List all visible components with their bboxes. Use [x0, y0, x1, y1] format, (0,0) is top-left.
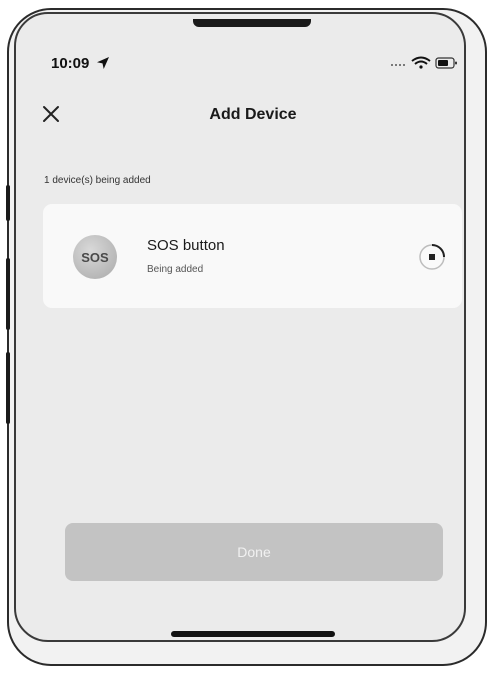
page-title: Add Device	[209, 106, 297, 123]
phone-side-button	[6, 352, 10, 424]
close-icon[interactable]	[40, 103, 62, 125]
done-button[interactable]: Done	[65, 523, 443, 581]
device-avatar-label: SOS	[81, 249, 109, 265]
devices-adding-count: 1 device(s) being added	[44, 175, 151, 186]
wifi-icon	[411, 56, 431, 69]
home-indicator	[171, 631, 335, 637]
phone-notch	[193, 19, 311, 27]
status-time: 10:09	[51, 55, 90, 72]
location-arrow-icon	[97, 57, 109, 69]
battery-icon	[435, 57, 457, 69]
device-name: SOS button	[147, 237, 225, 254]
status-icons	[391, 56, 457, 69]
loading-spinner-icon	[419, 244, 445, 270]
device-avatar: SOS	[73, 235, 117, 279]
device-status: Being added	[147, 264, 204, 275]
signal-dots-icon	[391, 64, 405, 66]
phone-side-button	[6, 185, 10, 221]
phone-side-button	[6, 258, 10, 330]
